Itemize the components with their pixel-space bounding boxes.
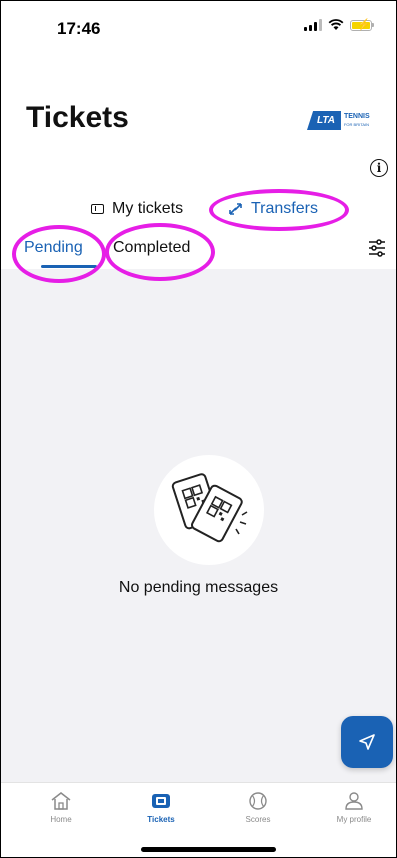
tennis-ball-icon (249, 792, 267, 810)
status-bar: 17:46 ⚡ (1, 1, 396, 57)
lta-logo: LTA TENNIS FOR BRITAIN (307, 111, 370, 130)
send-transfer-button[interactable] (341, 716, 393, 768)
send-icon (359, 734, 375, 750)
home-indicator (141, 847, 276, 852)
wifi-icon (328, 19, 344, 30)
status-icons: ⚡ (304, 19, 374, 31)
home-icon (51, 792, 71, 810)
nav-my-profile[interactable]: My profile (319, 791, 389, 824)
status-time: 17:46 (57, 19, 101, 38)
page-title: Tickets (26, 101, 129, 134)
person-icon (345, 792, 363, 810)
app-screen: 17:46 ⚡ Tickets LTA TENNIS FOR BRITAIN i… (0, 0, 397, 858)
empty-tickets-illustration (154, 455, 264, 565)
ticket-icon (91, 204, 104, 214)
nav-home[interactable]: Home (26, 791, 96, 824)
tickets-icon (152, 794, 170, 808)
filter-sliders-icon[interactable] (368, 239, 386, 257)
tab-transfers[interactable]: Transfers (227, 200, 318, 218)
empty-state-message: No pending messages (118, 579, 279, 596)
subtab-pending[interactable]: Pending (24, 239, 83, 257)
nav-tickets[interactable]: Tickets (126, 791, 196, 824)
transfers-content: No pending messages (1, 269, 396, 782)
tickets-qr-icon (171, 473, 248, 543)
transfer-arrows-icon (229, 203, 242, 215)
tab-my-tickets[interactable]: My tickets (91, 200, 183, 218)
battery-icon: ⚡ (350, 19, 372, 31)
tab-my-tickets-label: My tickets (112, 200, 184, 217)
active-subtab-indicator (41, 265, 97, 268)
nav-scores[interactable]: Scores (223, 791, 293, 824)
subtab-completed[interactable]: Completed (113, 239, 190, 257)
signal-icon (304, 19, 322, 31)
info-icon[interactable]: i (370, 159, 388, 177)
tab-transfers-label: Transfers (251, 200, 318, 217)
